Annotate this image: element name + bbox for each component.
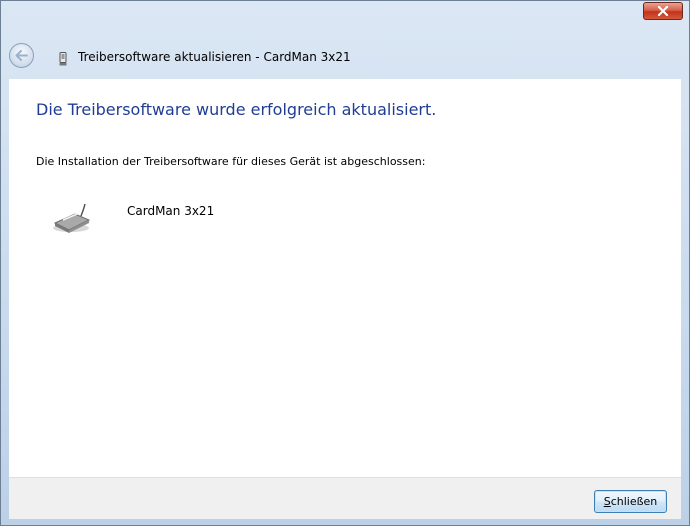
close-icon	[657, 6, 669, 16]
close-button[interactable]: Schließen	[594, 490, 667, 513]
back-button[interactable]	[9, 43, 34, 68]
close-button-mnemonic: S	[603, 495, 611, 508]
card-reader-icon	[53, 203, 91, 233]
installation-description: Die Installation der Treibersoftware für…	[36, 155, 426, 168]
title-bar	[1, 1, 689, 29]
wizard-window: Treibersoftware aktualisieren - CardMan …	[0, 0, 690, 526]
window-close-button[interactable]	[643, 2, 683, 20]
close-button-label: chließen	[610, 495, 658, 508]
wizard-title: Treibersoftware aktualisieren - CardMan …	[78, 50, 351, 64]
wizard-nav-bar: Treibersoftware aktualisieren - CardMan …	[1, 41, 689, 73]
device-list-item: CardMan 3x21	[51, 199, 351, 239]
arrow-left-icon	[15, 50, 28, 61]
main-panel: Die Treibersoftware wurde erfolgreich ak…	[9, 79, 681, 477]
device-name: CardMan 3x21	[127, 204, 215, 218]
wizard-footer: Schließen	[9, 477, 681, 519]
device-small-icon	[59, 52, 67, 66]
success-heading: Die Treibersoftware wurde erfolgreich ak…	[36, 100, 437, 119]
